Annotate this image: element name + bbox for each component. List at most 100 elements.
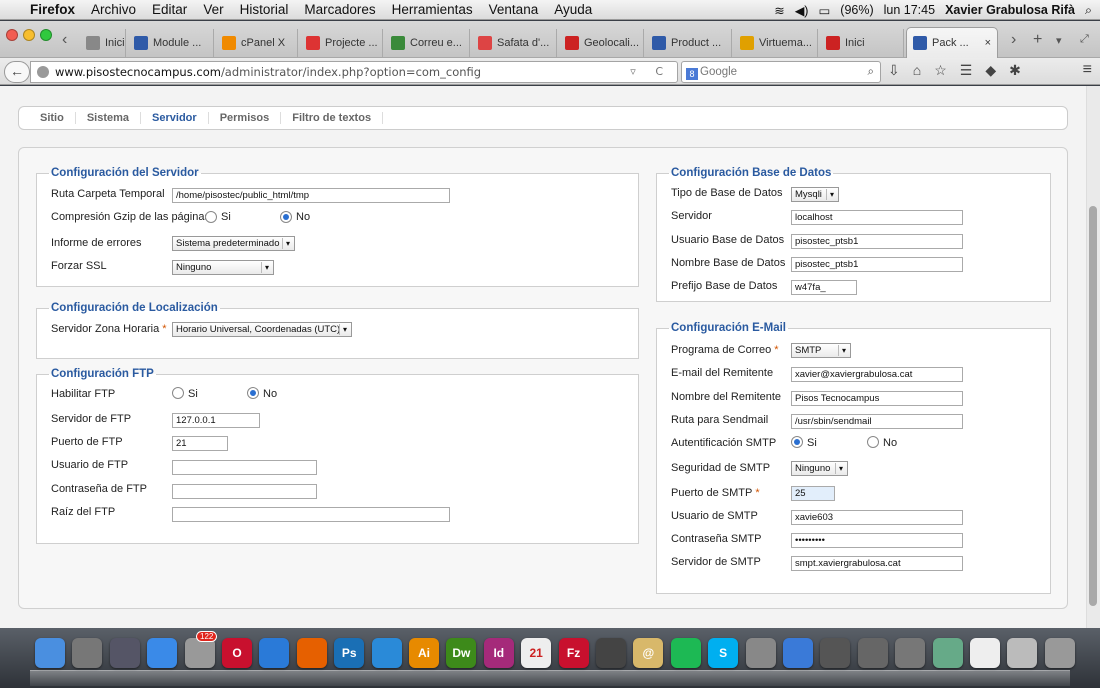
dock-filezilla-icon[interactable]: Fz — [558, 638, 589, 668]
addon-icon[interactable]: ✱ — [1009, 62, 1021, 79]
browser-tab[interactable]: Geolocali... — [559, 29, 644, 57]
back-button[interactable]: ← — [4, 61, 30, 83]
dock-mail-icon[interactable]: @ — [633, 638, 664, 668]
menu-historial[interactable]: Historial — [240, 2, 289, 17]
temp-path-field[interactable]: /home/pisostec/public_html/tmp — [172, 188, 450, 203]
menu-marcadores[interactable]: Marcadores — [304, 2, 375, 17]
spotlight-icon[interactable]: ⌕ — [1085, 3, 1092, 18]
smtp-user-field[interactable]: xavie603 — [791, 510, 963, 525]
ftp-root-field[interactable] — [172, 507, 450, 522]
smtp-auth-no-radio[interactable] — [867, 436, 879, 448]
dock-photoshop-icon[interactable]: Ps — [334, 638, 365, 668]
error-reporting-select[interactable]: Sistema predeterminado ▾ — [172, 236, 295, 251]
dock-launchpad-icon[interactable] — [72, 638, 103, 668]
bookmark-star-icon[interactable]: ☆ — [934, 62, 947, 79]
browser-tab[interactable]: Virtuema... — [734, 29, 818, 57]
ftp-no-radio[interactable] — [247, 387, 259, 399]
dock-dreamweaver-icon[interactable]: Dw — [446, 638, 477, 668]
dock-network-icon[interactable] — [857, 638, 888, 668]
dock-calendar-icon[interactable]: 21 — [521, 638, 552, 668]
browser-tab[interactable]: Projecte ... — [300, 29, 383, 57]
zoom-window-icon[interactable] — [40, 29, 52, 41]
smtp-port-field[interactable]: 25 — [791, 486, 835, 501]
clock[interactable]: lun 17:45 — [884, 3, 935, 17]
dock-contacts-icon[interactable] — [184, 638, 215, 668]
dock-mission-control-icon[interactable] — [109, 638, 140, 668]
browser-tab[interactable]: Inici — [820, 29, 904, 57]
dock-preview-icon[interactable] — [820, 638, 851, 668]
scroll-tabs-left-icon[interactable]: ‹ — [62, 31, 67, 49]
url-bar[interactable]: www.pisostecnocampus.com/administrator/i… — [30, 61, 678, 83]
db-type-select[interactable]: Mysqli ▾ — [791, 187, 839, 202]
minimize-window-icon[interactable] — [23, 29, 35, 41]
menu-herramientas[interactable]: Herramientas — [392, 2, 473, 17]
tab-permisos[interactable]: Permisos — [209, 112, 282, 124]
smtp-secure-select[interactable]: Ninguno ▾ — [791, 461, 848, 476]
db-server-field[interactable]: localhost — [791, 210, 963, 225]
dock-illustrator-icon[interactable]: Ai — [409, 638, 439, 668]
new-tab-icon[interactable]: + — [1033, 31, 1042, 49]
ftp-pass-field[interactable] — [172, 484, 317, 499]
browser-tab[interactable]: Module ... — [128, 29, 214, 57]
scrollbar-thumb[interactable] — [1089, 206, 1097, 606]
browser-tab[interactable]: Safata d'... — [472, 29, 557, 57]
dock-finder-icon[interactable] — [35, 638, 65, 668]
smtp-pass-field[interactable]: ••••••••• — [791, 533, 963, 548]
dock-dropbox-icon[interactable] — [371, 638, 402, 668]
scrollbar[interactable] — [1086, 86, 1100, 628]
dock-itunes-icon[interactable] — [783, 638, 813, 668]
dock-app-store-icon[interactable] — [147, 638, 178, 668]
pocket-icon[interactable]: ◆ — [985, 62, 996, 79]
menu-archivo[interactable]: Archivo — [91, 2, 136, 17]
ftp-yes-radio[interactable] — [172, 387, 184, 399]
tab-filtro-textos[interactable]: Filtro de textos — [281, 112, 384, 124]
bookmarks-menu-icon[interactable]: ☰ — [960, 62, 973, 79]
sendmail-field[interactable]: /usr/sbin/sendmail — [791, 414, 963, 429]
dock-indesign-icon[interactable]: Id — [483, 638, 514, 668]
download-icon[interactable]: ⇩ — [888, 62, 900, 79]
gzip-no-radio[interactable] — [280, 211, 292, 223]
search-icon[interactable]: ⌕ — [868, 62, 874, 82]
browser-tab[interactable]: Product ... — [646, 29, 732, 57]
menu-ventana[interactable]: Ventana — [489, 2, 539, 17]
wifi-icon[interactable]: ≋ — [774, 3, 784, 18]
ftp-server-field[interactable]: 127.0.0.1 — [172, 413, 260, 428]
timezone-select[interactable]: Horario Universal, Coordenadas (UTC) ▾ — [172, 322, 352, 337]
user-name[interactable]: Xavier Grabulosa Rifà — [945, 3, 1075, 17]
mail-from-field[interactable]: xavier@xaviergrabulosa.cat — [791, 367, 963, 382]
browser-tab[interactable]: Pack ... × — [906, 27, 998, 58]
search-input[interactable]: 8 Google ⌕ — [681, 61, 881, 83]
google-icon[interactable]: 8 — [686, 68, 698, 80]
db-name-field[interactable]: pisostec_ptsb1 — [791, 257, 963, 272]
dock-firefox-icon[interactable] — [296, 638, 327, 668]
smtp-auth-yes-radio[interactable] — [791, 436, 803, 448]
ftp-user-field[interactable] — [172, 460, 317, 475]
db-user-field[interactable]: pisostec_ptsb1 — [791, 234, 963, 249]
dock-safari-icon[interactable] — [259, 638, 290, 668]
menu-ayuda[interactable]: Ayuda — [554, 2, 592, 17]
dock-trash-icon[interactable] — [1044, 638, 1075, 668]
menu-ver[interactable]: Ver — [203, 2, 223, 17]
browser-tab[interactable]: Inici — [80, 29, 126, 57]
fullscreen-icon[interactable]: ⤢ — [1080, 33, 1089, 46]
browser-tab[interactable]: cPanel X — [216, 29, 298, 57]
dock-spotify-icon[interactable] — [670, 638, 701, 668]
dock-skype-icon[interactable]: S — [708, 638, 739, 668]
battery-icon[interactable]: ▭ — [818, 3, 830, 18]
gzip-yes-radio[interactable] — [205, 211, 217, 223]
smtp-host-field[interactable]: smpt.xaviergrabulosa.cat — [791, 556, 963, 571]
menu-icon[interactable]: ≡ — [1083, 61, 1092, 79]
home-icon[interactable]: ⌂ — [913, 62, 921, 79]
tab-sitio[interactable]: Sitio — [29, 112, 76, 124]
volume-icon[interactable]: ◀) — [795, 3, 809, 18]
dock-facetime-icon[interactable] — [596, 638, 626, 668]
db-prefix-field[interactable]: w47fa_ — [791, 280, 857, 295]
ftp-port-field[interactable]: 21 — [172, 436, 228, 451]
tab-list-icon[interactable]: ▾ — [1056, 34, 1062, 47]
from-name-field[interactable]: Pisos Tecnocampus — [791, 391, 963, 406]
menu-app-firefox[interactable]: Firefox — [30, 2, 75, 17]
dock-preferences-icon[interactable] — [745, 638, 776, 668]
dock-iphoto-icon[interactable] — [932, 638, 963, 668]
dock-utilities-icon[interactable] — [895, 638, 926, 668]
close-window-icon[interactable] — [6, 29, 18, 41]
